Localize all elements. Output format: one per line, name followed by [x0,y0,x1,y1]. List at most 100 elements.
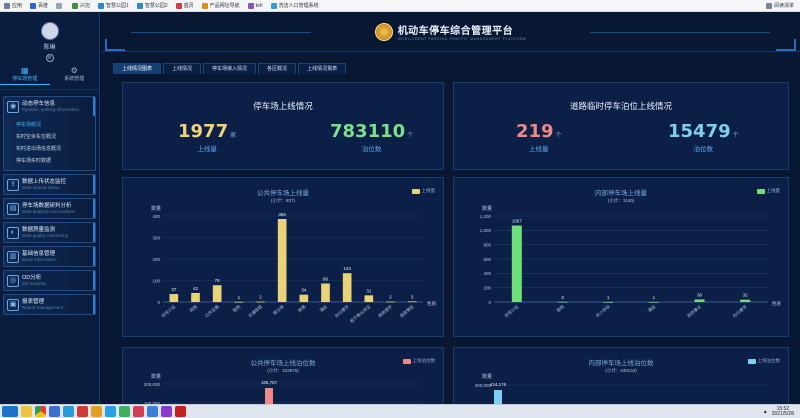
bar[interactable] [277,219,287,302]
bookmark-label: 智慧公园1 [106,3,129,9]
avatar[interactable] [40,22,59,40]
bookmark-item[interactable]: 应用 [4,2,22,9]
bar-value-label: 34 [301,288,307,293]
bookmark-item[interactable]: 产品网址导航 [201,2,240,9]
bar[interactable] [511,225,522,302]
y-axis-label: 数量 [151,373,161,380]
bar-value-label: 1 [653,295,656,300]
bookmark-item[interactable]: teh [247,2,263,9]
menu-group-subtitle: Dynamic parking information [22,106,80,112]
bar[interactable] [386,301,395,303]
y-tick-label: 400 [152,214,160,219]
chrome-icon[interactable] [35,406,46,417]
clock[interactable]: 15:52 2021/5/28 [771,406,794,417]
stat-value: 219 [516,121,554,142]
bookmark-item[interactable]: 百度 [30,2,48,9]
header-corner-right [776,39,796,51]
bookmark-item[interactable]: 首页 [175,2,194,9]
header-corner-left [105,39,125,51]
app-icon[interactable] [133,406,144,417]
app-icon[interactable] [91,406,102,417]
file-explorer-icon[interactable] [21,406,32,417]
bar-value-label: 2 [259,295,262,300]
clock-date: 2021/5/28 [771,410,794,417]
app-icon[interactable] [119,406,130,417]
bar[interactable] [256,301,265,303]
start-button[interactable] [2,406,18,417]
bookmark-item[interactable] [56,2,64,9]
bar[interactable] [740,299,751,302]
menu-group-header[interactable]: ◎ OD分析 OD analysis [4,271,95,290]
bar-chart: 数量400,000424,176 [475,373,768,404]
stat-label: 上线量 [197,146,217,153]
bar-value-label: 3 [561,295,564,300]
tab-system-management[interactable]: ⚙ 系统管理 [50,66,100,85]
content-tab[interactable]: 上线情况图表 [113,63,162,74]
x-axis-label: 性质 [772,300,781,307]
menu-item[interactable]: 实时空余车位概况 [16,131,95,143]
bookmark-label: 产品网址导航 [209,3,240,9]
x-tick-label: 住宅小区 [503,303,520,319]
tab-parking-management[interactable]: ▦ 停车场管理 [0,66,50,85]
bar-value-label: 386 [278,212,286,217]
menu-group: ◉ 动态停车信息 Dynamic parking information 停车场概况实… [3,96,96,171]
y-tick-label: 300 [152,235,160,240]
user-settings-icon[interactable]: ⚙ [45,54,54,62]
menu-group-header[interactable]: ⇪ 数据上传状态监控 Data upload status [4,175,95,194]
reading-list-label: 阅读清单 [773,3,794,9]
menu-group-header[interactable]: ◉ 动态停车信息 Dynamic parking information [4,97,95,116]
bookmark-item[interactable]: 智慧公园1 [98,2,129,9]
bookmark-icon [175,2,182,9]
app-icon[interactable] [63,406,74,417]
menu-group: ▣ 报表管理 Report management [3,294,96,315]
bar[interactable] [603,301,614,303]
bar[interactable] [407,301,417,303]
bar[interactable] [321,283,330,302]
menu-item[interactable]: 停车场实时数据 [16,155,95,167]
menu-group-header[interactable]: ◐ 数据质量监测 Data quality monitoring [4,223,95,242]
x-tick-label: 酒店 [646,303,657,314]
bar[interactable] [364,295,374,302]
menu-group: ▥ 基础信息管理 Basic information [3,246,96,267]
bookmark-label: 应用 [12,3,23,9]
bar[interactable] [169,294,179,302]
menu-group-header[interactable]: ▤ 停车场数据研判分析 Data analysis and analysis [4,199,95,218]
bar[interactable] [694,299,705,302]
sidebar-menu: ◉ 动态停车信息 Dynamic parking information 停车场概况实… [0,90,99,315]
menu-item[interactable]: 实时进出场信息概况 [16,143,95,155]
menu-group-subtitle: Data upload status [22,184,60,190]
username: 陈琳 [43,45,56,51]
bar[interactable] [212,285,222,302]
x-tick-label: 公共设施 [203,303,221,320]
reading-list[interactable]: 阅读清单 [765,2,794,9]
bar[interactable] [234,301,244,303]
bar[interactable] [342,273,352,302]
bar[interactable] [648,301,659,303]
content-tab[interactable]: 上线情况 [163,63,202,74]
y-tick-label: 800 [483,242,491,247]
content-tab[interactable]: 各区概况 [258,63,297,74]
bookmark-item[interactable]: 洗洁人口管理系统 [270,2,319,9]
x-tick-label: 若干等公共区 [348,303,372,325]
app-icon[interactable] [105,406,116,417]
bar[interactable] [265,388,273,404]
menu-item[interactable]: 停车场概况 [16,119,95,131]
bookmark-item[interactable]: 兴迈 [72,2,90,9]
menu-group-header[interactable]: ▥ 基础信息管理 Basic information [4,247,95,266]
app-icon[interactable] [147,406,158,417]
menu-group: ▤ 停车场数据研判分析 Data analysis and analysis [3,198,96,219]
network-icon[interactable]: ▲ [763,409,768,415]
menu-group-header[interactable]: ▣ 报表管理 Report management [4,295,95,314]
app-icon[interactable] [49,406,60,417]
bar[interactable] [191,292,200,302]
content-tab[interactable]: 停车场接入情况 [203,63,257,74]
content-tab[interactable]: 上线情况报表 [298,63,347,74]
bar-value-label: 424,176 [490,382,507,387]
bar[interactable] [299,294,309,302]
bar[interactable] [494,390,502,404]
app-icon[interactable] [77,406,88,417]
bar[interactable] [557,301,568,303]
pdf-icon[interactable] [175,406,186,417]
bookmark-item[interactable]: 智慧公园2 [136,2,168,9]
app-icon[interactable] [161,406,172,417]
